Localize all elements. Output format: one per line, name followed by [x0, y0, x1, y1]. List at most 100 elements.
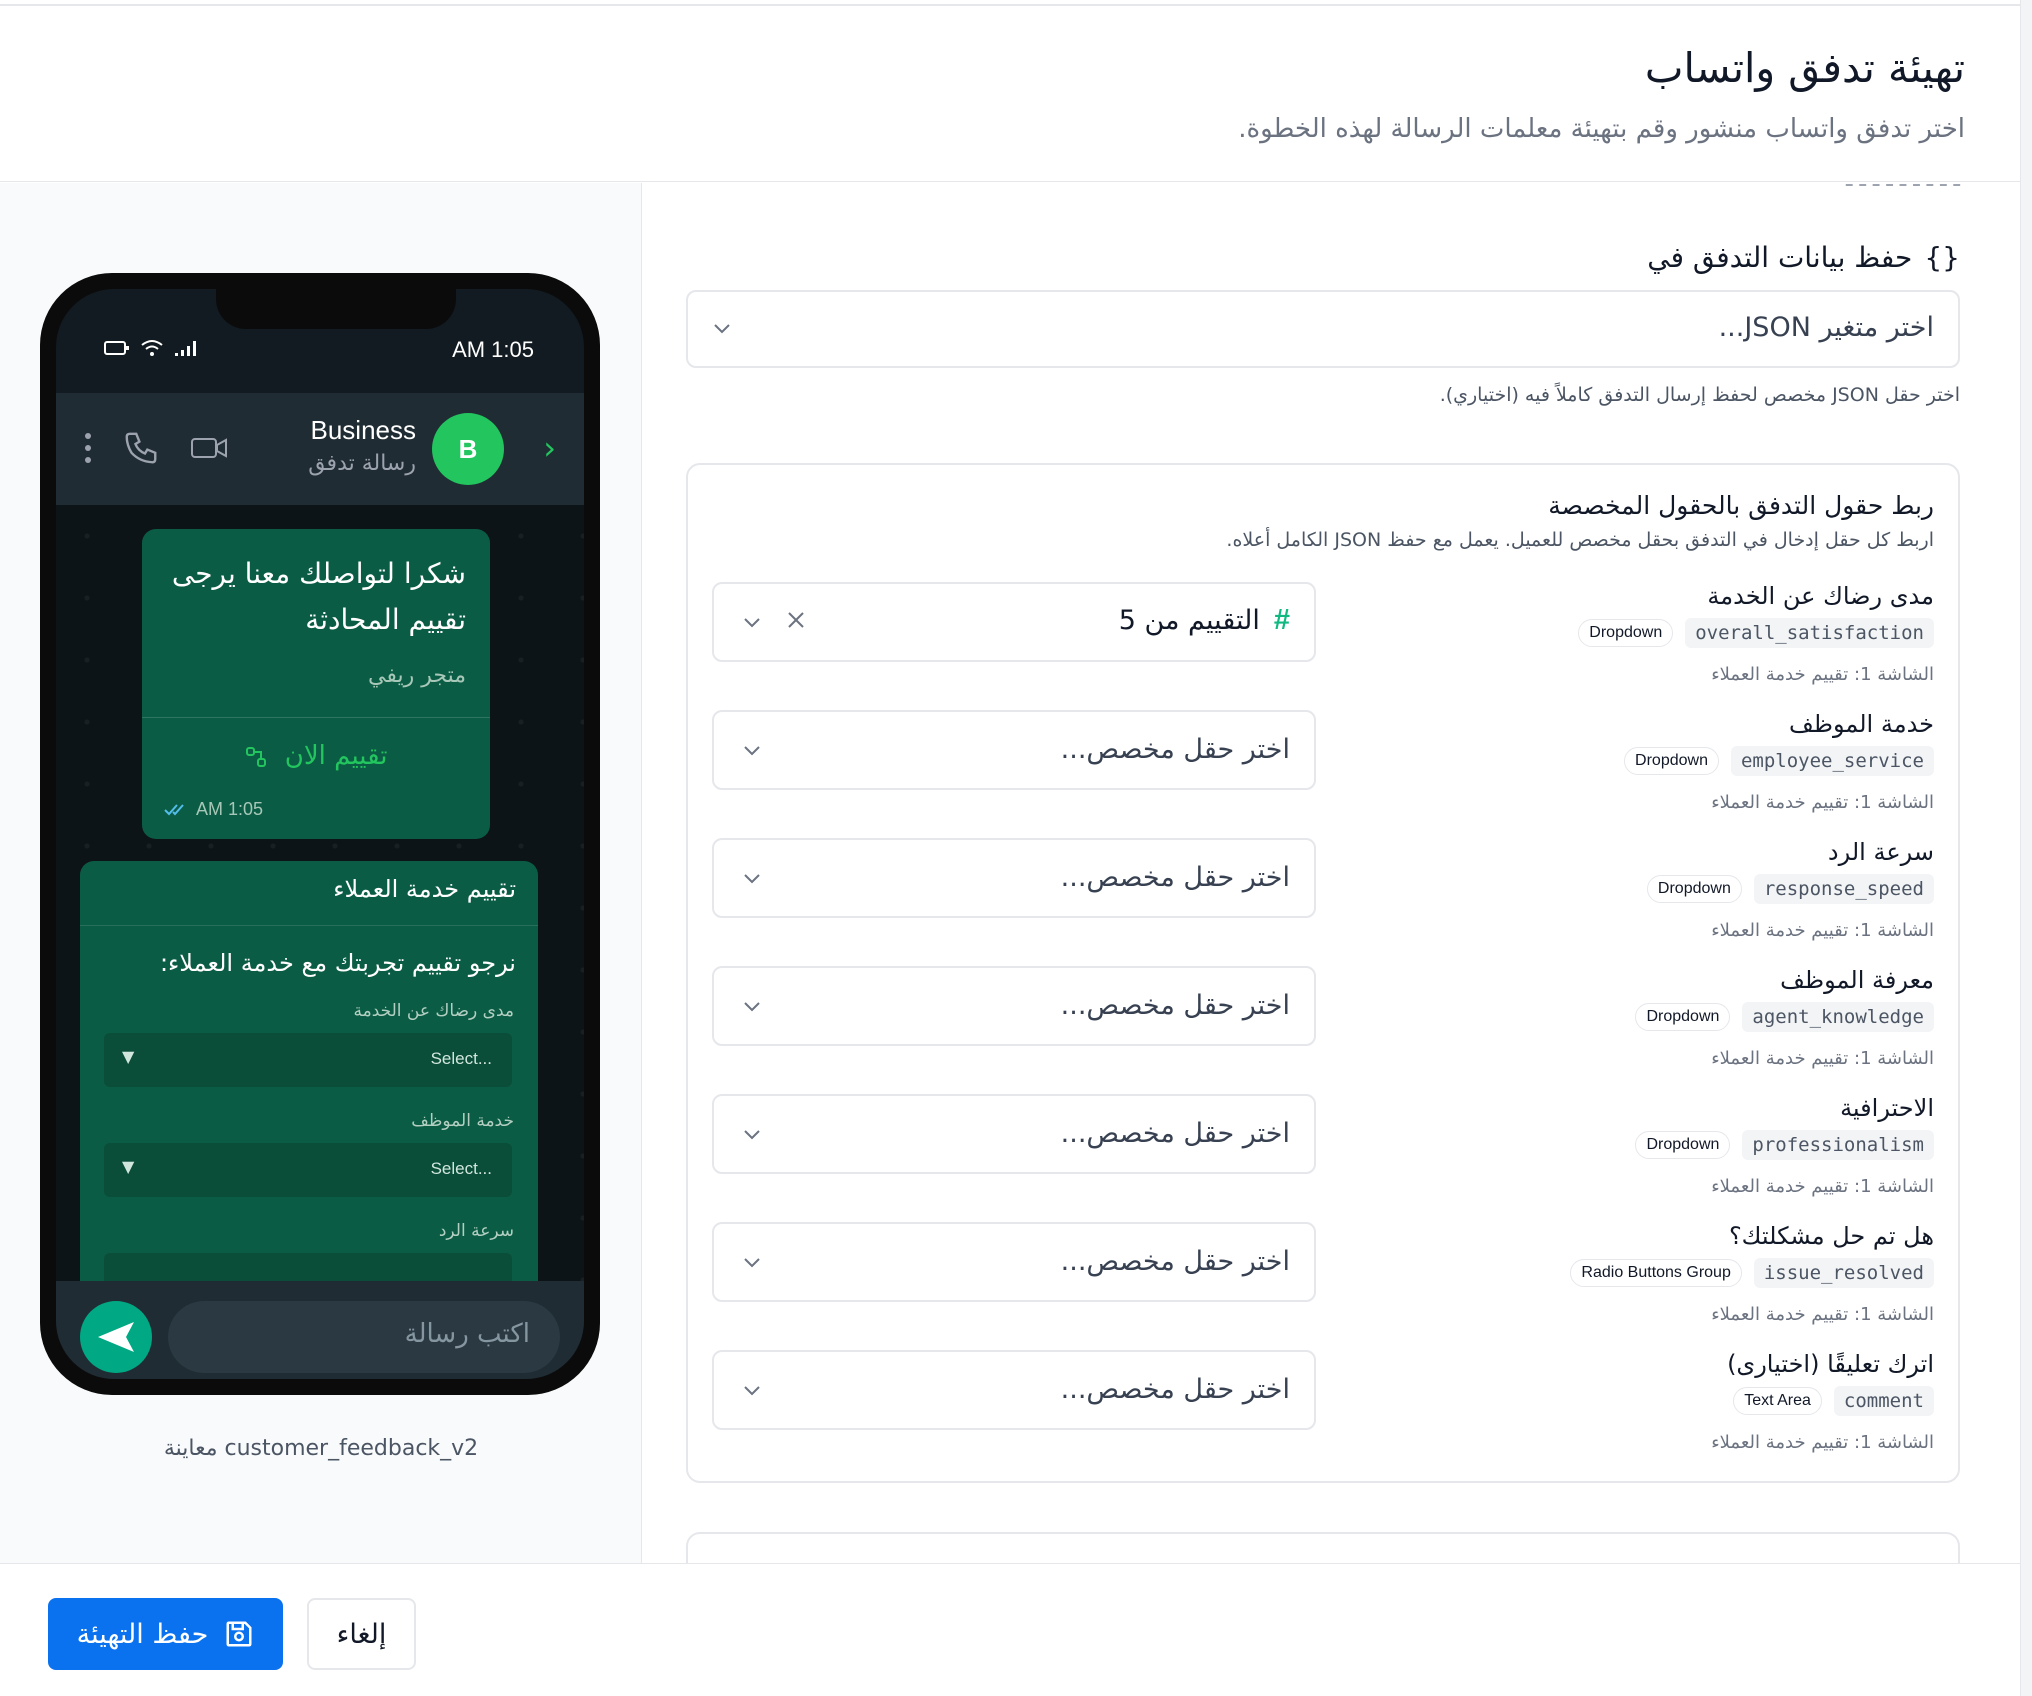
flow-preview-panel: AM 1:05 › B Business رسالة تدفق شكرا لتو…	[0, 183, 642, 1563]
field-key-chip: employee_service	[1730, 746, 1934, 776]
form-select[interactable]: ...Select ▼	[104, 1033, 512, 1087]
chevron-down-icon	[744, 618, 760, 628]
field-screen-label: الشاشة 1: تقييم خدمة العملاء	[1711, 792, 1934, 813]
more-vertical-icon[interactable]	[84, 432, 92, 464]
flow-field-name: هل تم حل مشكلتك؟	[1728, 1222, 1934, 1250]
field-chips: professionalism Dropdown	[1635, 1130, 1934, 1160]
battery-icon	[104, 341, 129, 355]
video-call-icon[interactable]	[190, 434, 228, 462]
mapping-row: اترك تعليقًا (اختيارى) comment Text Area…	[712, 1350, 1934, 1460]
bubble-divider	[142, 717, 490, 718]
field-key-chip: agent_knowledge	[1742, 1002, 1934, 1032]
chat-header-actions	[84, 429, 228, 467]
custom-field-select[interactable]: اختر حقل مخصص...	[712, 966, 1316, 1046]
config-panel[interactable]: ـ ـ ـ ـ ـ ـ ـ ـ ـ {} حفظ بيانات التدفق ف…	[643, 183, 2020, 1563]
field-key-chip: response_speed	[1753, 874, 1934, 904]
save-config-button[interactable]: حفظ التهيئة	[48, 1598, 283, 1670]
flow-field-name: الاحترافية	[1840, 1094, 1934, 1122]
field-chips: issue_resolved Radio Buttons Group	[1570, 1258, 1934, 1288]
flow-field-name: اترك تعليقًا (اختيارى)	[1727, 1350, 1934, 1378]
select-placeholder: اختر حقل مخصص...	[1060, 1118, 1290, 1149]
preview-caption: معاينة customer_feedback_v2	[163, 1436, 479, 1461]
chevron-down-icon	[744, 1130, 760, 1140]
mapping-row: الاحترافية professionalism Dropdown الشا…	[712, 1094, 1934, 1204]
avatar: B	[432, 413, 504, 485]
field-type-chip: Dropdown	[1635, 1131, 1731, 1159]
json-help-text: اختر حقل JSON مخصص لحفظ إرسال التدفق كام…	[1439, 384, 1960, 406]
wifi-icon	[141, 340, 163, 356]
business-subtitle: رسالة تدفق	[308, 451, 416, 476]
message-input[interactable]: اكتب رسالة	[168, 1301, 560, 1373]
chevron-down-icon	[744, 1386, 760, 1396]
double-check-icon	[164, 803, 184, 815]
mapping-row: مدى رضاك عن الخدمة overall_satisfaction …	[712, 582, 1934, 692]
chat-header: › B Business رسالة تدفق	[56, 393, 584, 505]
custom-field-select[interactable]: # التقييم من 5	[712, 582, 1316, 662]
save-data-section-title: {} حفظ بيانات التدفق في	[1647, 241, 1960, 274]
flow-link-icon	[246, 746, 267, 767]
caret-down-icon: ▼	[122, 1157, 135, 1176]
chevron-down-icon	[744, 874, 760, 884]
field-key-chip: comment	[1833, 1386, 1934, 1416]
mapping-row: هل تم حل مشكلتك؟ issue_resolved Radio Bu…	[712, 1222, 1934, 1332]
chat-body[interactable]: شكرا لتواصلك معنا يرجى تقييم المحادثة مت…	[56, 505, 584, 1281]
clipped-text: ـ ـ ـ ـ ـ ـ ـ ـ ـ	[1846, 183, 1960, 192]
phone-call-icon[interactable]	[122, 429, 160, 467]
form-select-placeholder: ...Select	[430, 1049, 492, 1068]
flow-field-name: مدى رضاك عن الخدمة	[1707, 582, 1934, 610]
phone-screen: AM 1:05 › B Business رسالة تدفق شكرا لتو…	[56, 289, 584, 1379]
hash-icon: #	[1273, 604, 1290, 636]
rate-now-button[interactable]: تقييم الان	[142, 741, 490, 771]
select-placeholder: اختر حقل مخصص...	[1060, 1374, 1290, 1405]
clear-icon[interactable]	[784, 608, 808, 632]
form-field-label: خدمة الموظف	[411, 1111, 514, 1131]
field-screen-label: الشاشة 1: تقييم خدمة العملاء	[1711, 664, 1934, 685]
rate-now-label: تقييم الان	[284, 741, 388, 771]
status-bar: AM 1:05	[56, 329, 584, 369]
dialog-header: تهيئة تدفق واتساب اختر تدفق واتساب منشور…	[0, 6, 2020, 182]
business-name: Business	[310, 415, 417, 445]
custom-field-select[interactable]: اختر حقل مخصص...	[712, 1350, 1316, 1430]
phone-mockup: AM 1:05 › B Business رسالة تدفق شكرا لتو…	[40, 273, 600, 1395]
custom-field-select[interactable]: اختر حقل مخصص...	[712, 710, 1316, 790]
custom-field-select[interactable]: اختر حقل مخصص...	[712, 1222, 1316, 1302]
select-placeholder: اختر حقل مخصص...	[1060, 862, 1290, 893]
select-placeholder: اختر حقل مخصص...	[1060, 734, 1290, 765]
field-screen-label: الشاشة 1: تقييم خدمة العملاء	[1711, 1304, 1934, 1325]
timestamp-text: AM 1:05	[196, 799, 264, 819]
send-icon	[98, 1322, 134, 1352]
send-button[interactable]	[80, 1301, 152, 1373]
select-placeholder: اختر حقل مخصص...	[1060, 1246, 1290, 1277]
dialog-subtitle: اختر تدفق واتساب منشور وقم بتهيئة معلمات…	[1238, 114, 1965, 144]
field-type-chip: Dropdown	[1624, 747, 1719, 775]
field-chips: agent_knowledge Dropdown	[1635, 1002, 1934, 1032]
form-select[interactable]	[104, 1253, 512, 1281]
custom-field-select[interactable]: اختر حقل مخصص...	[712, 838, 1316, 918]
field-mapping-card: ربط حقول التدفق بالحقول المخصصة اربط كل …	[686, 463, 1960, 1483]
mapping-row: خدمة الموظف employee_service Dropdown ال…	[712, 710, 1934, 820]
cancel-button[interactable]: إلغاء	[307, 1598, 416, 1670]
field-chips: overall_satisfaction Dropdown	[1578, 618, 1934, 648]
caret-down-icon: ▼	[122, 1047, 135, 1066]
form-select[interactable]: ...Select ▼	[104, 1143, 512, 1197]
field-key-chip: issue_resolved	[1753, 1258, 1934, 1288]
save-icon	[226, 1621, 252, 1647]
flow-form-preview: تقييم خدمة العملاء نرجو تقييم تجربتك مع …	[80, 861, 538, 1281]
field-type-chip: Dropdown	[1635, 1003, 1731, 1031]
json-variable-select[interactable]: اختر متغير JSON...	[686, 290, 1960, 368]
custom-field-select[interactable]: اختر حقل مخصص...	[712, 1094, 1316, 1174]
flow-field-name: سرعة الرد	[1827, 838, 1934, 866]
chevron-down-icon	[714, 324, 730, 334]
window-scroll-edge[interactable]	[2020, 0, 2032, 1696]
chevron-down-icon	[744, 1258, 760, 1268]
flow-field-name: خدمة الموظف	[1789, 710, 1934, 738]
dialog-title: تهيئة تدفق واتساب	[1644, 44, 1965, 92]
save-data-title-text: حفظ بيانات التدفق في	[1647, 241, 1913, 274]
chevron-right-icon[interactable]: ›	[543, 429, 556, 467]
field-screen-label: الشاشة 1: تقييم خدمة العملاء	[1711, 1048, 1934, 1069]
flow-message-bubble: شكرا لتواصلك معنا يرجى تقييم المحادثة مت…	[142, 529, 490, 839]
compose-bar: اكتب رسالة	[56, 1281, 584, 1379]
json-select-placeholder: اختر متغير JSON...	[1718, 312, 1934, 343]
chevron-down-icon	[744, 746, 760, 756]
form-field-label: مدى رضاك عن الخدمة	[353, 1001, 515, 1021]
